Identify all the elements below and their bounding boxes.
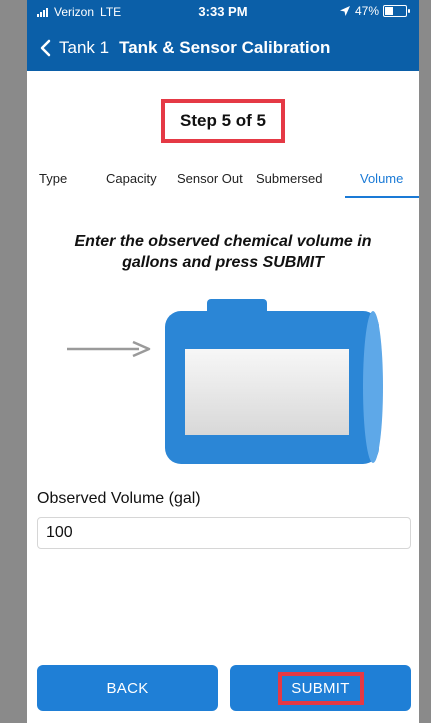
step-tabs: Type Capacity Sensor Out Submersed Volum… [27,158,419,198]
tab-sensor-out[interactable]: Sensor Out [177,158,243,198]
tank-illustration [67,299,383,464]
step-indicator: Step 5 of 5 [161,99,285,143]
tab-type[interactable]: Type [39,158,67,198]
tab-volume[interactable]: Volume [360,158,403,198]
page-title: Tank & Sensor Calibration [119,37,331,57]
volume-label: Observed Volume (gal) [37,490,201,507]
volume-input[interactable] [37,517,411,549]
instructions-line-1: Enter the observed chemical volume in [74,233,372,250]
tab-submersed[interactable]: Submersed [256,158,322,198]
status-bar: Verizon LTE 3:33 PM 47% [27,0,419,24]
nav-bar: Tank 1 Tank & Sensor Calibration [27,24,419,71]
status-right: 47% [339,4,410,18]
tank-end [363,311,383,463]
submit-highlight-box [278,672,364,705]
main-content: Step 5 of 5 Type Capacity Sensor Out Sub… [27,71,419,723]
location-arrow-icon [339,6,350,16]
back-button[interactable]: BACK [37,665,218,711]
instructions-line-2: gallons and press SUBMIT [122,254,324,271]
instructions-text: Enter the observed chemical volume in ga… [37,231,409,273]
tab-active-indicator [345,196,419,198]
chevron-left-icon[interactable] [37,39,55,57]
arrow-right-icon [67,340,151,358]
nav-back-button[interactable]: Tank 1 [59,38,109,58]
tab-capacity[interactable]: Capacity [106,158,157,198]
battery-icon [383,5,410,17]
battery-fill [385,7,393,15]
tank-level-window [185,349,349,435]
battery-percent: 47% [354,4,379,18]
